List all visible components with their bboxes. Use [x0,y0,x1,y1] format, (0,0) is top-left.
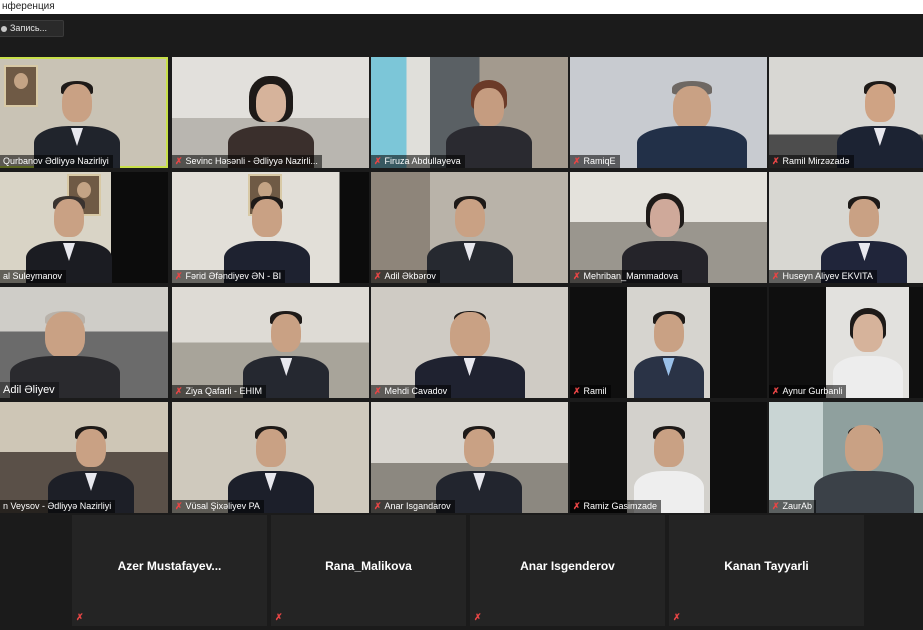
participant-name: Ramil [583,386,607,396]
participant-name-tag: ✗ Anar Isgandarov [371,500,455,513]
mic-muted-icon: ✗ [474,612,482,622]
video-tile[interactable]: ✗ RamiqE [570,57,767,168]
video-tile[interactable]: ✗ Firuza Abdullayeva [371,57,568,168]
participant-name: Fərid Əfəndiyev ƏN - BI [185,271,282,281]
video-tile[interactable]: ✗ Aynur Gurbanli [769,287,923,398]
participant-name-tag: ✗ ZaurAb [769,500,817,513]
participant-name: ZaurAb [782,501,813,511]
participant-name: Aynur Gurbanli [782,386,843,396]
participant-name: Adil Əkbərov [384,271,436,281]
video-tile[interactable]: ✗ Ramil [570,287,767,398]
video-tile[interactable]: ✗ Vüsal Şixəliyev PA [172,402,369,513]
mic-muted-icon: ✗ [175,386,183,396]
mic-muted-icon: ✗ [673,612,681,622]
participant-name: Ziya Qafarli - EHIM [185,386,263,396]
participant-name-tag: ✗ Ramil [570,385,611,398]
participant-name: Anar Isgandarov [384,501,451,511]
mic-muted-icon: ✗ [573,501,581,511]
window-title: нференция [0,0,923,14]
participant-name-tag: ✗ Huseyn Aliyev EKVITA [769,270,877,283]
participant-name-tag: ✗ Ramiz Gasimzade [570,500,662,513]
video-tile[interactable]: n Veysov - Ədliyyə Nazirliyi [0,402,168,513]
participant-name: Vüsal Şixəliyev PA [185,501,260,511]
participant-name: Ramiz Gasimzade [583,501,658,511]
recording-indicator[interactable]: Запись... [0,20,64,37]
video-tile[interactable]: ✗ Ramiz Gasimzade [570,402,767,513]
participant-name-tag: ✗ Ramil Mirzəzadə [769,155,854,168]
mic-muted-icon: ✗ [772,271,780,281]
participant-name-tag: ✗ Vüsal Şixəliyev PA [172,500,264,513]
participant-name: RamiqE [583,156,616,166]
participant-name: n Veysov - Ədliyyə Nazirliyi [3,501,112,511]
mic-muted-icon: ✗ [772,501,780,511]
video-tile[interactable]: ✗ Huseyn Aliyev EKVITA [769,172,923,283]
video-tile[interactable]: ✗ Ramil Mirzəzadə [769,57,923,168]
participant-name-tag: ✗ Ziya Qafarli - EHIM [172,385,267,398]
participant-name-tag: ✗ Firuza Abdullayeva [371,155,465,168]
participant-name: Mehriban_Mammadova [583,271,679,281]
participant-name-tag: ✗ Aynur Gurbanli [769,385,847,398]
participant-name-tag: Adil Əliyev [0,382,59,398]
video-tile[interactable]: ✗ Fərid Əfəndiyev ƏN - BI [172,172,369,283]
video-tile[interactable]: ✗ Adil Əkbərov [371,172,568,283]
mic-muted-icon: ✗ [374,271,382,281]
participant-name: Ramil Mirzəzadə [782,156,850,166]
mic-muted-icon: ✗ [175,156,183,166]
participant-name-tag: Qurbanov Ədliyyə Nazirliyi [0,155,113,168]
audio-only-tile[interactable]: Rana_Malikova ✗ [271,515,466,626]
participant-name-tag: ✗ Fərid Əfəndiyev ƏN - BI [172,270,286,283]
participant-name: Anar Isgenderov [520,559,615,573]
video-tile[interactable]: ✗ Mehdi Cavadov [371,287,568,398]
mic-muted-icon: ✗ [175,271,183,281]
audio-only-tile[interactable]: Kanan Tayyarli ✗ [669,515,864,626]
mic-muted-icon: ✗ [76,612,84,622]
participant-name: Huseyn Aliyev EKVITA [782,271,873,281]
audio-only-tile[interactable]: Azer Mustafayev... ✗ [72,515,267,626]
participant-name: Sevinc Həsənli - Ədliyyə Nazirli... [185,156,318,166]
participant-name-tag: ✗ Sevinc Həsənli - Ədliyyə Nazirli... [172,155,322,168]
participant-name: al Suleymanov [3,271,63,281]
participant-name-tag: ✗ Adil Əkbərov [371,270,440,283]
participant-name-tag: ✗ Mehriban_Mammadova [570,270,683,283]
participant-name: Firuza Abdullayeva [384,156,461,166]
participant-name: Mehdi Cavadov [384,386,448,396]
video-tile[interactable]: ✗ Anar Isgandarov [371,402,568,513]
participant-name: Kanan Tayyarli [724,559,809,573]
mic-muted-icon: ✗ [573,156,581,166]
mic-muted-icon: ✗ [573,271,581,281]
mic-muted-icon: ✗ [374,501,382,511]
mic-muted-icon: ✗ [374,386,382,396]
mic-muted-icon: ✗ [374,156,382,166]
participant-name-tag: al Suleymanov [0,270,67,283]
video-tile[interactable]: Adil Əliyev [0,287,168,398]
mic-muted-icon: ✗ [573,386,581,396]
participant-name: Rana_Malikova [325,559,412,573]
mic-muted-icon: ✗ [772,386,780,396]
participant-name-tag: n Veysov - Ədliyyə Nazirliyi [0,500,116,513]
participant-name-tag: ✗ Mehdi Cavadov [371,385,452,398]
mic-muted-icon: ✗ [175,501,183,511]
video-tile[interactable]: al Suleymanov [0,172,168,283]
participant-name: Qurbanov Ədliyyə Nazirliyi [3,156,109,166]
video-tile[interactable]: Qurbanov Ədliyyə Nazirliyi [0,57,168,168]
participant-name: Azer Mustafayev... [117,559,222,573]
mic-muted-icon: ✗ [275,612,283,622]
video-tile[interactable]: ✗ Sevinc Həsənli - Ədliyyə Nazirli... [172,57,369,168]
audio-only-tile[interactable]: Anar Isgenderov ✗ [470,515,665,626]
video-tile[interactable]: ✗ ZaurAb [769,402,923,513]
mic-muted-icon: ✗ [772,156,780,166]
participant-name-tag: ✗ RamiqE [570,155,620,168]
video-tile[interactable]: ✗ Ziya Qafarli - EHIM [172,287,369,398]
recording-label: Запись... [10,23,48,33]
record-icon [1,25,7,32]
participant-name: Adil Əliyev [3,384,55,396]
video-tile[interactable]: ✗ Mehriban_Mammadova [570,172,767,283]
